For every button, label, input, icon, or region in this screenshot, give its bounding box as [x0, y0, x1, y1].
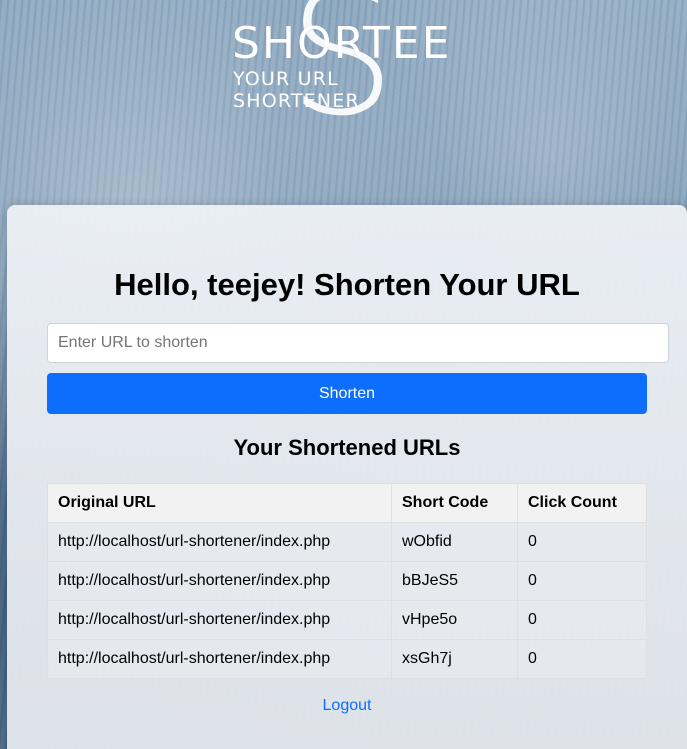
shortee-logo: S SHORTEE YOUR URL SHORTENER: [230, 0, 470, 140]
click-count-cell: 0: [517, 522, 647, 562]
url-input[interactable]: [47, 323, 669, 363]
shortened-urls-heading: Your Shortened URLs: [233, 435, 461, 460]
short-code-cell: xsGh7j: [391, 639, 518, 679]
column-header-original-url: Original URL: [47, 483, 392, 523]
table-row: http://localhost/url-shortener/index.php…: [47, 639, 647, 679]
logo-wordmark: SHORTEE: [232, 18, 452, 69]
table-row: http://localhost/url-shortener/index.php…: [47, 600, 647, 640]
main-card: Hello, teejey! Shorten Your URL Shorten …: [7, 205, 687, 749]
shortened-urls-table: Original URL Short Code Click Count http…: [47, 483, 647, 679]
click-count-cell: 0: [517, 561, 647, 601]
short-code-cell: wObfid: [391, 522, 518, 562]
table-header-row: Original URL Short Code Click Count: [47, 483, 647, 523]
logo-tagline: YOUR URL SHORTENER: [233, 68, 360, 112]
original-url-cell: http://localhost/url-shortener/index.php: [47, 561, 392, 601]
page-title: Hello, teejey! Shorten Your URL: [114, 267, 580, 302]
shorten-button[interactable]: Shorten: [47, 373, 647, 414]
header-banner: S SHORTEE YOUR URL SHORTENER: [0, 0, 687, 205]
column-header-click-count: Click Count: [517, 483, 647, 523]
table-row: http://localhost/url-shortener/index.php…: [47, 522, 647, 562]
short-code-cell: bBJeS5: [391, 561, 518, 601]
original-url-cell: http://localhost/url-shortener/index.php: [47, 522, 392, 562]
logout-link[interactable]: Logout: [7, 697, 687, 715]
short-code-cell: vHpe5o: [391, 600, 518, 640]
click-count-cell: 0: [517, 600, 647, 640]
click-count-cell: 0: [517, 639, 647, 679]
table-row: http://localhost/url-shortener/index.php…: [47, 561, 647, 601]
column-header-short-code: Short Code: [391, 483, 518, 523]
original-url-cell: http://localhost/url-shortener/index.php: [47, 639, 392, 679]
original-url-cell: http://localhost/url-shortener/index.php: [47, 600, 392, 640]
